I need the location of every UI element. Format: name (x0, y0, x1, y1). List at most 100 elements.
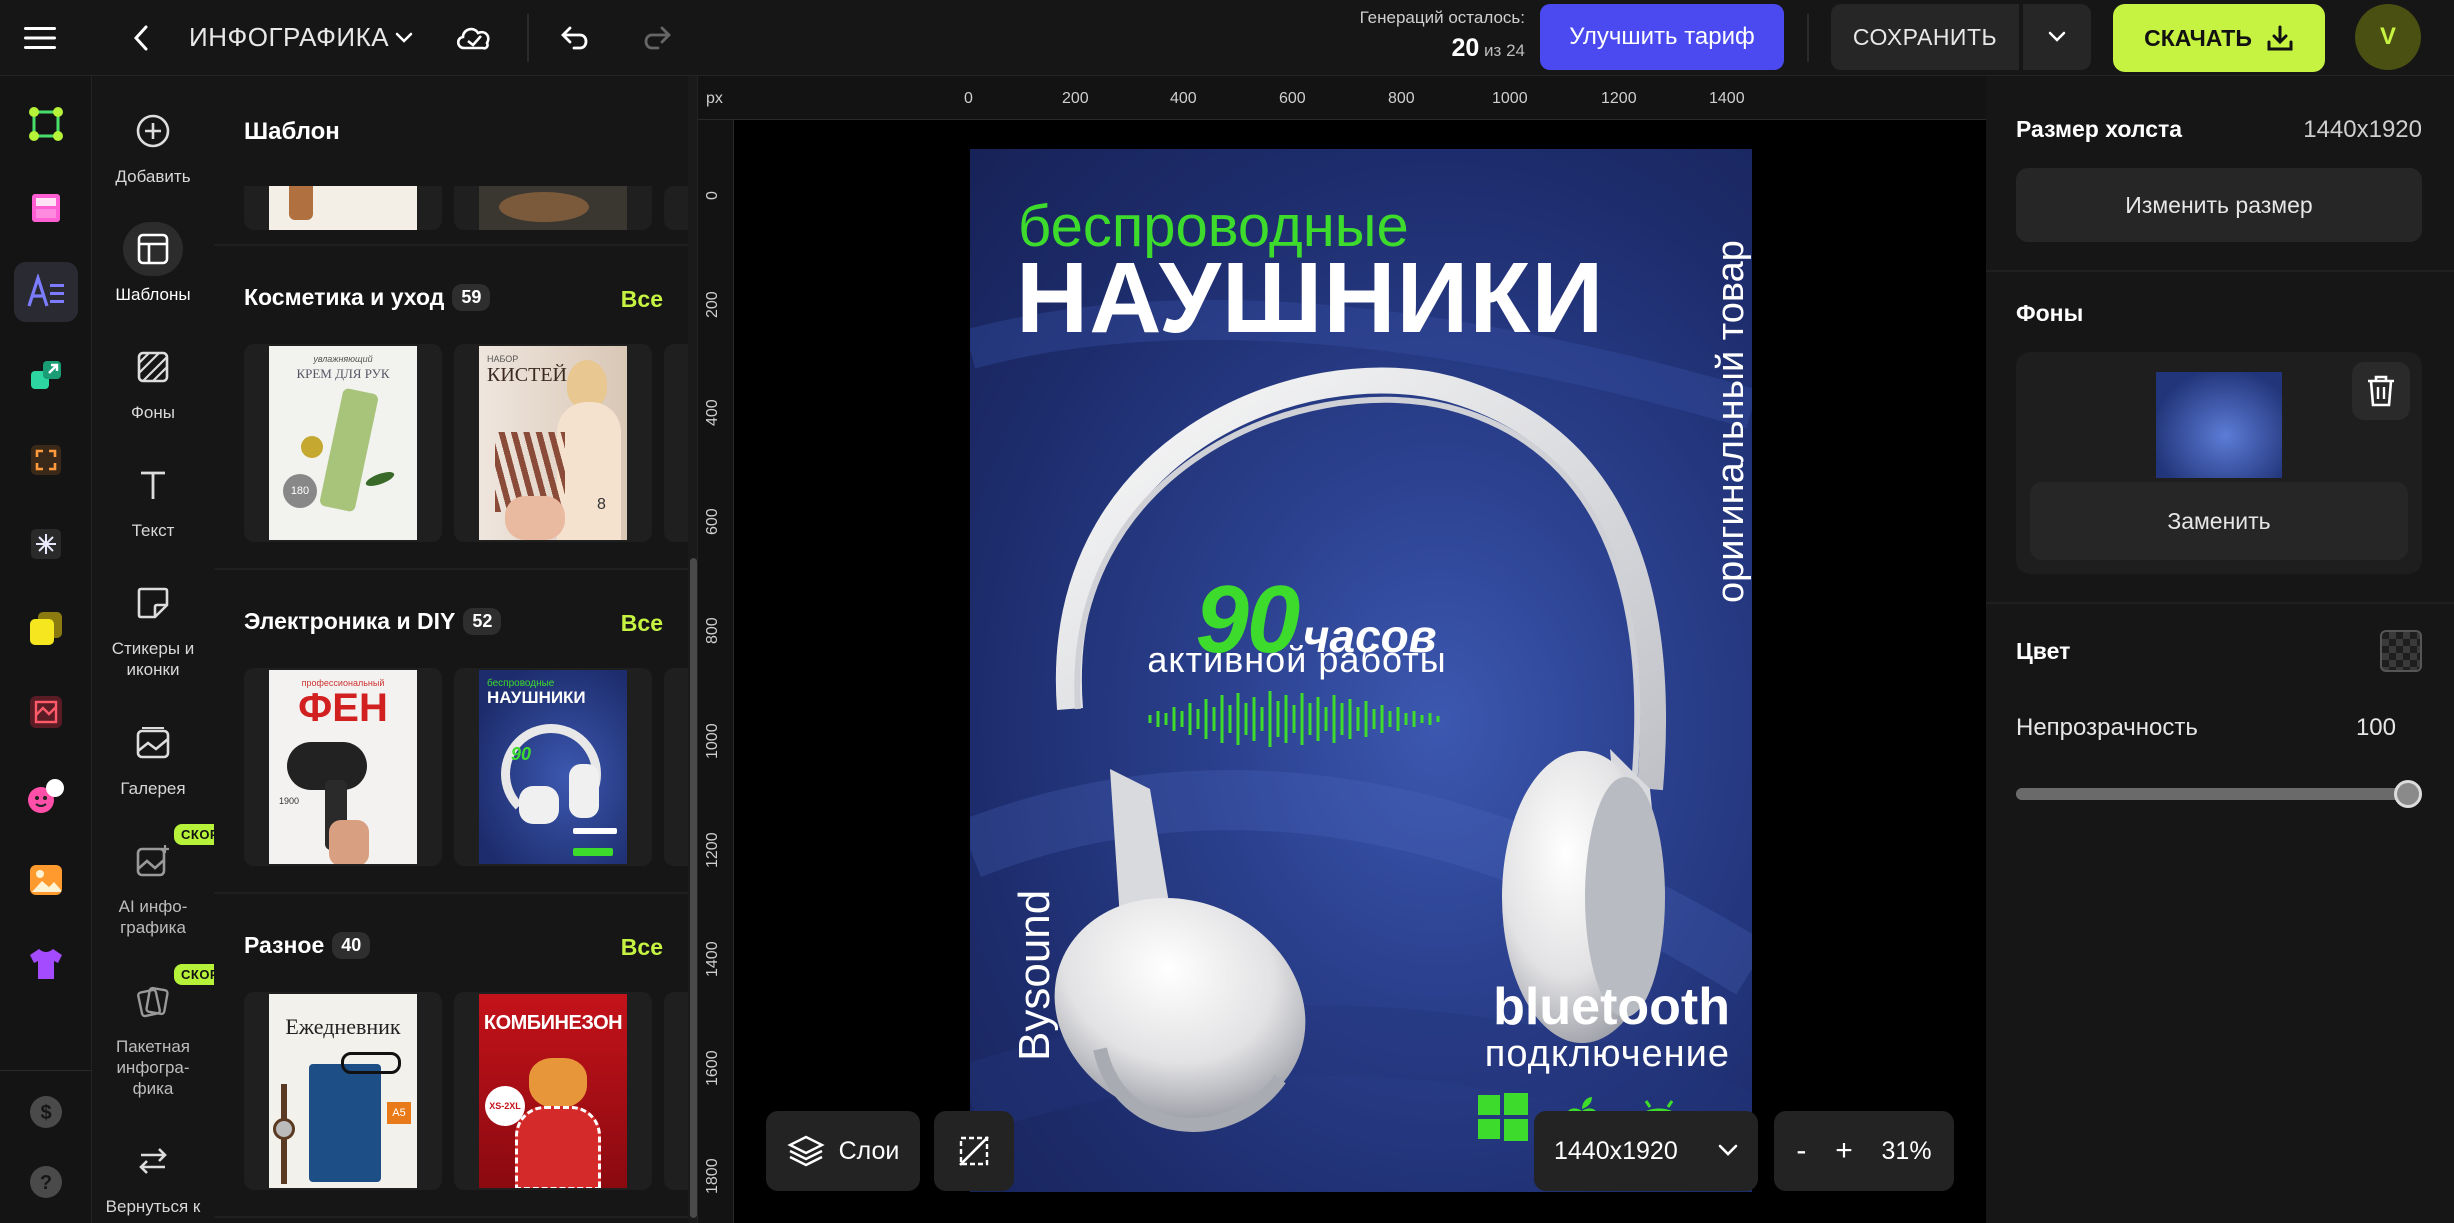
color-swatch[interactable] (2380, 630, 2422, 672)
opacity-slider-handle[interactable] (2394, 780, 2422, 808)
rail-help[interactable]: ? (14, 1152, 78, 1212)
generations-label: Генераций осталось: (1359, 8, 1525, 27)
layers-button[interactable]: Слои (766, 1111, 920, 1191)
avatar-letter: V (2379, 23, 2396, 50)
tool-batch-infographic[interactable]: Пакетная инфогра-фика (92, 974, 214, 1099)
ruler-tick: 1600 (704, 1050, 721, 1086)
grid-toggle-button[interactable] (934, 1111, 1014, 1191)
section-divider (214, 568, 697, 570)
template-thumb[interactable] (454, 186, 652, 230)
resize-button[interactable]: Изменить размер (2016, 168, 2422, 242)
section-count: 59 (452, 284, 491, 311)
tool-label: AI инфо-графика (118, 897, 188, 937)
layers-label: Слои (838, 1136, 900, 1165)
properties-panel: Размер холста 1440x1920 Изменить размер … (1986, 76, 2454, 1223)
svg-text:$: $ (40, 1102, 51, 1124)
opacity-slider[interactable] (2016, 780, 2422, 808)
zoom-in-button[interactable]: + (1835, 1134, 1853, 1168)
rail-sparkle[interactable] (14, 514, 78, 574)
divider (1986, 602, 2454, 604)
save-options-button[interactable] (2023, 4, 2091, 70)
tool-templates[interactable]: Шаблоны (92, 222, 214, 305)
menu-icon[interactable] (18, 20, 62, 56)
rail-collage[interactable] (14, 682, 78, 742)
replace-background-button[interactable]: Заменить (2030, 482, 2408, 560)
help-icon: ? (30, 1166, 62, 1198)
rail-text-ai[interactable] (14, 262, 78, 322)
generations-total: 24 (1506, 41, 1525, 60)
section-title: Электроника и DIY 52 (244, 608, 502, 635)
rail-billing[interactable]: $ (14, 1082, 78, 1142)
tool-backgrounds[interactable]: Фоны (92, 340, 214, 423)
color-label: Цвет (2016, 638, 2071, 664)
collage-icon (30, 696, 62, 728)
rail-cards[interactable] (14, 598, 78, 658)
tool-text[interactable]: Текст (92, 458, 214, 541)
tool-ai-infographic[interactable]: AI инфо-графика (92, 834, 214, 938)
hours-subtitle[interactable]: активной работы (1142, 639, 1452, 681)
see-all-link[interactable]: Все (621, 610, 663, 637)
rail-nodes[interactable] (14, 94, 78, 154)
section-name: Электроника и DIY (244, 608, 456, 634)
tool-label: Фоны (131, 403, 175, 422)
canvas-size-label: 1440x1920 (1554, 1136, 1678, 1165)
section-name: Косметика и уход (244, 284, 445, 310)
delete-background-button[interactable] (2352, 362, 2410, 420)
template-thumb[interactable]: НАБОР КИСТЕЙ 8 (454, 344, 652, 542)
ruler-tick: 1400 (1709, 90, 1745, 107)
backgrounds-label: Фоны (2016, 300, 2084, 326)
avatar[interactable]: V (2355, 4, 2421, 70)
upgrade-button[interactable]: Улучшить тариф (1540, 4, 1784, 70)
rail-layout[interactable] (14, 178, 78, 238)
download-button[interactable]: СКАЧАТЬ (2113, 4, 2325, 72)
panel-scrollbar-thumb[interactable] (690, 558, 697, 1218)
canvas-size-select[interactable]: 1440x1920 (1534, 1111, 1758, 1191)
plus-circle-icon (136, 114, 170, 148)
redo-icon[interactable] (636, 20, 676, 56)
template-thumb[interactable]: профессиональный ФЕН 1900 (244, 668, 442, 866)
rail-expand[interactable] (14, 430, 78, 490)
see-all-link[interactable]: Все (621, 934, 663, 961)
tool-back[interactable]: Вернуться к (92, 1134, 214, 1217)
template-thumb[interactable]: Ежедневник A5 (244, 992, 442, 1190)
layout-icon (32, 194, 60, 222)
background-card: Заменить (2016, 352, 2422, 574)
back-icon[interactable] (126, 20, 156, 56)
background-preview[interactable] (2156, 372, 2282, 478)
tool-add[interactable]: Добавить (92, 104, 214, 187)
undo-icon[interactable] (556, 20, 596, 56)
chevron-down-icon[interactable] (392, 26, 416, 50)
zoom-controls: - + 31% (1774, 1111, 1954, 1191)
text-icon (141, 471, 165, 499)
template-thumb[interactable]: беспроводные НАУШНИКИ 90 (454, 668, 652, 866)
rail-image[interactable] (14, 850, 78, 910)
project-title[interactable]: ИНФОГРАФИКА (189, 22, 389, 53)
rail-stickers[interactable] (14, 766, 78, 826)
rail-resize[interactable] (14, 346, 78, 406)
tool-stickers[interactable]: Стикеры и иконки (92, 576, 214, 680)
resize-label: Изменить размер (2125, 191, 2313, 218)
template-thumb[interactable]: КОМБИНЕЗОН XS-2XL (454, 992, 652, 1190)
template-thumb[interactable]: увлажняющий КРЕМ ДЛЯ РУК 180 (244, 344, 442, 542)
tool-label: Вернуться к (105, 1197, 201, 1216)
tool-label: Шаблоны (115, 285, 191, 304)
section-divider (214, 1216, 697, 1218)
poster-brand[interactable]: Bysound (1010, 890, 1060, 1061)
opacity-value[interactable]: 100 (2326, 714, 2396, 742)
template-thumb[interactable] (244, 186, 442, 230)
ruler-tick: 1200 (704, 832, 721, 868)
rail-merch[interactable] (14, 934, 78, 994)
save-button[interactable]: СОХРАНИТЬ (1831, 4, 2019, 70)
bluetooth-title[interactable]: bluetooth (1440, 977, 1730, 1037)
tool-label: Галерея (120, 779, 186, 798)
bluetooth-subtitle[interactable]: подключение (1440, 1033, 1730, 1076)
ruler-tick: 200 (704, 291, 721, 318)
divider (0, 1070, 92, 1071)
expand-icon (31, 445, 61, 475)
generations-sep: из (1484, 41, 1502, 60)
see-all-link[interactable]: Все (621, 286, 663, 313)
download-icon (2267, 25, 2293, 51)
tool-gallery[interactable]: Галерея (92, 716, 214, 799)
design-canvas[interactable]: беспроводные НАУШНИКИ оригинальный товар… (970, 149, 1752, 1192)
zoom-out-button[interactable]: - (1796, 1134, 1806, 1168)
